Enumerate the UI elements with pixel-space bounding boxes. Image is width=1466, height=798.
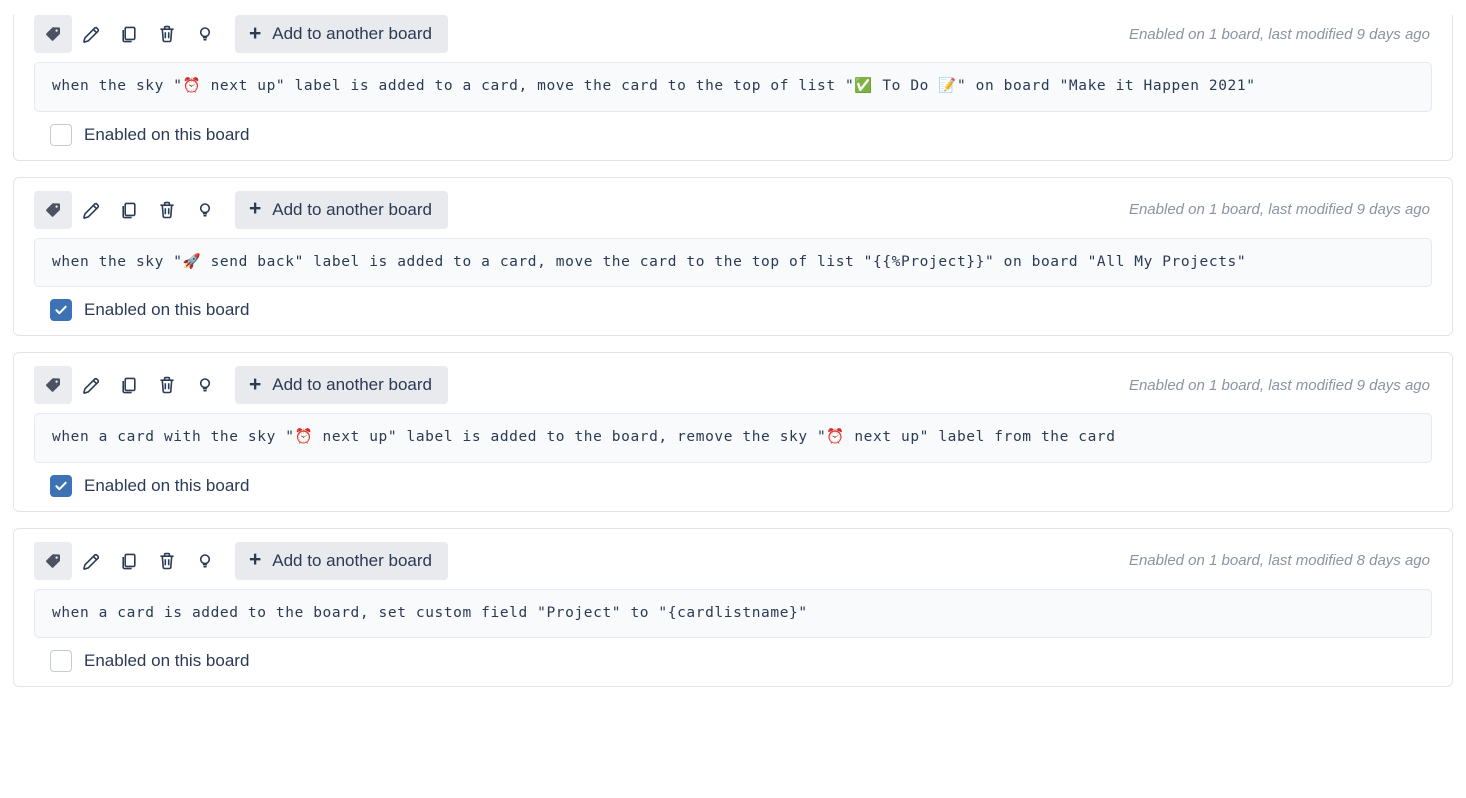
enabled-on-this-board-row: Enabled on this board — [34, 123, 1432, 146]
add-to-another-board-label: Add to another board — [272, 375, 432, 395]
rule-card: + Add to another board Enabled on 1 board,… — [13, 352, 1453, 512]
plus-icon: + — [249, 372, 262, 396]
rule-meta-status: Enabled on 1 board, last modified 8 days… — [1128, 552, 1430, 570]
pencil-icon[interactable] — [72, 542, 110, 580]
enabled-on-this-board-checkbox[interactable] — [50, 299, 72, 322]
rule-meta-status: Enabled on 1 board, last modified 9 days… — [1128, 25, 1430, 43]
pencil-icon[interactable] — [72, 15, 110, 53]
plus-icon: + — [249, 197, 262, 221]
enabled-on-this-board-label: Enabled on this board — [84, 475, 250, 495]
lightbulb-icon[interactable] — [186, 15, 224, 53]
rule-text[interactable]: when a card is added to the board, set c… — [34, 588, 1432, 639]
rule-toolbar: + Add to another board — [34, 15, 448, 53]
pencil-icon[interactable] — [72, 191, 110, 229]
rule-card-header: + Add to another board Enabled on 1 board,… — [34, 541, 1432, 580]
rule-toolbar: + Add to another board — [34, 541, 448, 580]
add-to-another-board-label: Add to another board — [272, 199, 432, 219]
copy-icon[interactable] — [110, 366, 148, 404]
add-to-another-board-button[interactable]: + Add to another board — [235, 366, 448, 405]
lightbulb-icon[interactable] — [186, 366, 224, 404]
enabled-on-this-board-label: Enabled on this board — [84, 300, 250, 320]
trash-icon[interactable] — [148, 15, 186, 53]
trash-icon[interactable] — [148, 366, 186, 404]
rule-card-header: + Add to another board Enabled on 1 board,… — [34, 15, 1432, 53]
trash-icon[interactable] — [148, 542, 186, 580]
enabled-on-this-board-row: Enabled on this board — [34, 299, 1432, 322]
trash-icon[interactable] — [148, 191, 186, 229]
automation-rules-list: + Add to another board Enabled on 1 board,… — [0, 0, 1466, 703]
enabled-on-this-board-checkbox[interactable] — [50, 650, 72, 673]
rule-card: + Add to another board Enabled on 1 board,… — [13, 527, 1453, 688]
rule-meta-status: Enabled on 1 board, last modified 9 days… — [1128, 201, 1430, 219]
add-to-another-board-button[interactable]: + Add to another board — [235, 15, 448, 53]
rule-toolbar: + Add to another board — [34, 190, 448, 229]
rule-card-header: + Add to another board Enabled on 1 board,… — [34, 366, 1432, 405]
add-to-another-board-label: Add to another board — [272, 24, 432, 43]
plus-icon: + — [249, 548, 262, 572]
rule-toolbar: + Add to another board — [34, 366, 448, 405]
plus-icon: + — [249, 21, 262, 45]
enabled-on-this-board-row: Enabled on this board — [34, 650, 1432, 673]
enabled-on-this-board-row: Enabled on this board — [34, 474, 1432, 497]
rule-text[interactable]: when the sky "🚀 send back" label is adde… — [34, 237, 1432, 288]
enabled-on-this-board-checkbox[interactable] — [50, 123, 72, 146]
add-to-another-board-label: Add to another board — [272, 550, 432, 570]
rule-card-header: + Add to another board Enabled on 1 board,… — [34, 190, 1432, 229]
pencil-icon[interactable] — [72, 366, 110, 404]
copy-icon[interactable] — [110, 542, 148, 580]
enabled-on-this-board-checkbox[interactable] — [50, 474, 72, 497]
rule-text[interactable]: when a card with the sky "⏰ next up" lab… — [34, 413, 1432, 463]
lightbulb-icon[interactable] — [186, 542, 224, 580]
rule-text[interactable]: when the sky "⏰ next up" label is added … — [34, 62, 1432, 112]
rule-card: + Add to another board Enabled on 1 board,… — [13, 15, 1453, 161]
tag-icon[interactable] — [34, 541, 72, 580]
add-to-another-board-button[interactable]: + Add to another board — [235, 190, 448, 229]
enabled-on-this-board-label: Enabled on this board — [84, 124, 250, 144]
tag-icon[interactable] — [34, 15, 72, 53]
rule-card: + Add to another board Enabled on 1 board,… — [13, 176, 1453, 337]
copy-icon[interactable] — [110, 191, 148, 229]
lightbulb-icon[interactable] — [186, 191, 224, 229]
add-to-another-board-button[interactable]: + Add to another board — [235, 541, 448, 580]
tag-icon[interactable] — [34, 366, 72, 405]
rule-meta-status: Enabled on 1 board, last modified 9 days… — [1128, 376, 1430, 394]
enabled-on-this-board-label: Enabled on this board — [84, 651, 250, 671]
tag-icon[interactable] — [34, 190, 72, 229]
copy-icon[interactable] — [110, 15, 148, 53]
